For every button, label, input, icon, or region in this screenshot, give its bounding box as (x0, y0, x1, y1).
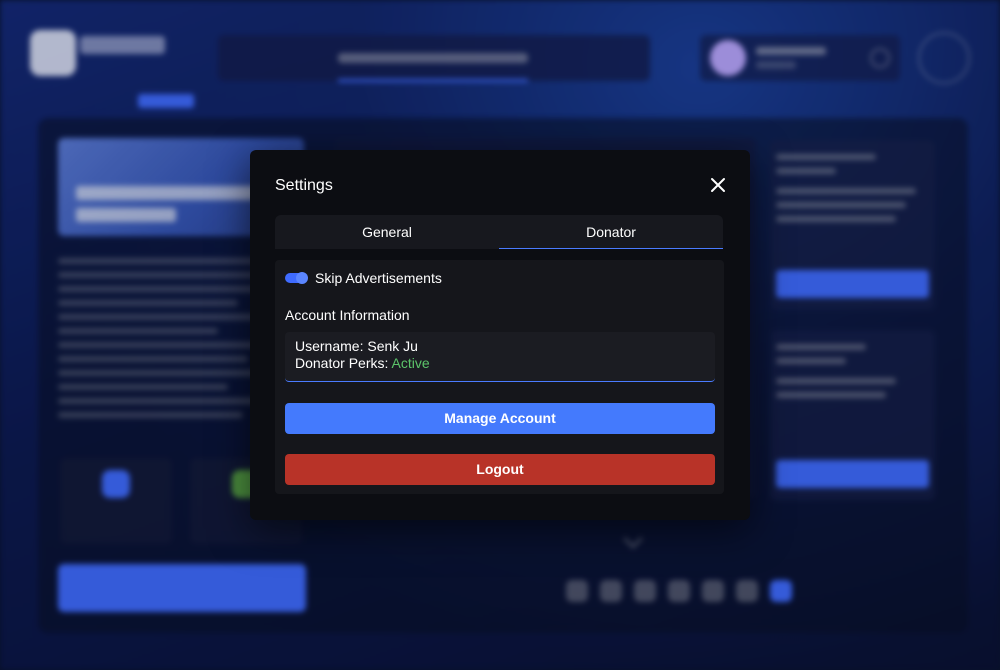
skip-ads-toggle[interactable] (285, 272, 308, 284)
username-value: Senk Ju (367, 338, 418, 354)
skip-ads-setting: Skip Advertisements (285, 269, 442, 287)
perks-label: Donator Perks: (295, 355, 392, 371)
username-label: Username: (295, 338, 368, 354)
toggle-knob (296, 272, 308, 284)
settings-modal: Settings General Donator Skip Advertisem… (250, 150, 750, 520)
perks-status: Active (391, 355, 430, 371)
close-button[interactable] (706, 173, 730, 197)
perks-line: Donator Perks: Active (295, 355, 705, 372)
skip-ads-label: Skip Advertisements (315, 270, 442, 286)
tab-general[interactable]: General (275, 215, 499, 249)
account-info-heading: Account Information (285, 307, 410, 323)
settings-tabs: General Donator (275, 215, 723, 249)
username-line: Username: Senk Ju (295, 338, 705, 355)
close-icon (711, 178, 725, 192)
modal-title: Settings (275, 177, 333, 194)
account-info-box: Username: Senk Ju Donator Perks: Active (285, 332, 715, 382)
tab-donator[interactable]: Donator (499, 215, 723, 249)
donator-panel: Skip Advertisements Account Information … (275, 260, 724, 494)
manage-account-button[interactable]: Manage Account (285, 403, 715, 434)
logout-button[interactable]: Logout (285, 454, 715, 485)
